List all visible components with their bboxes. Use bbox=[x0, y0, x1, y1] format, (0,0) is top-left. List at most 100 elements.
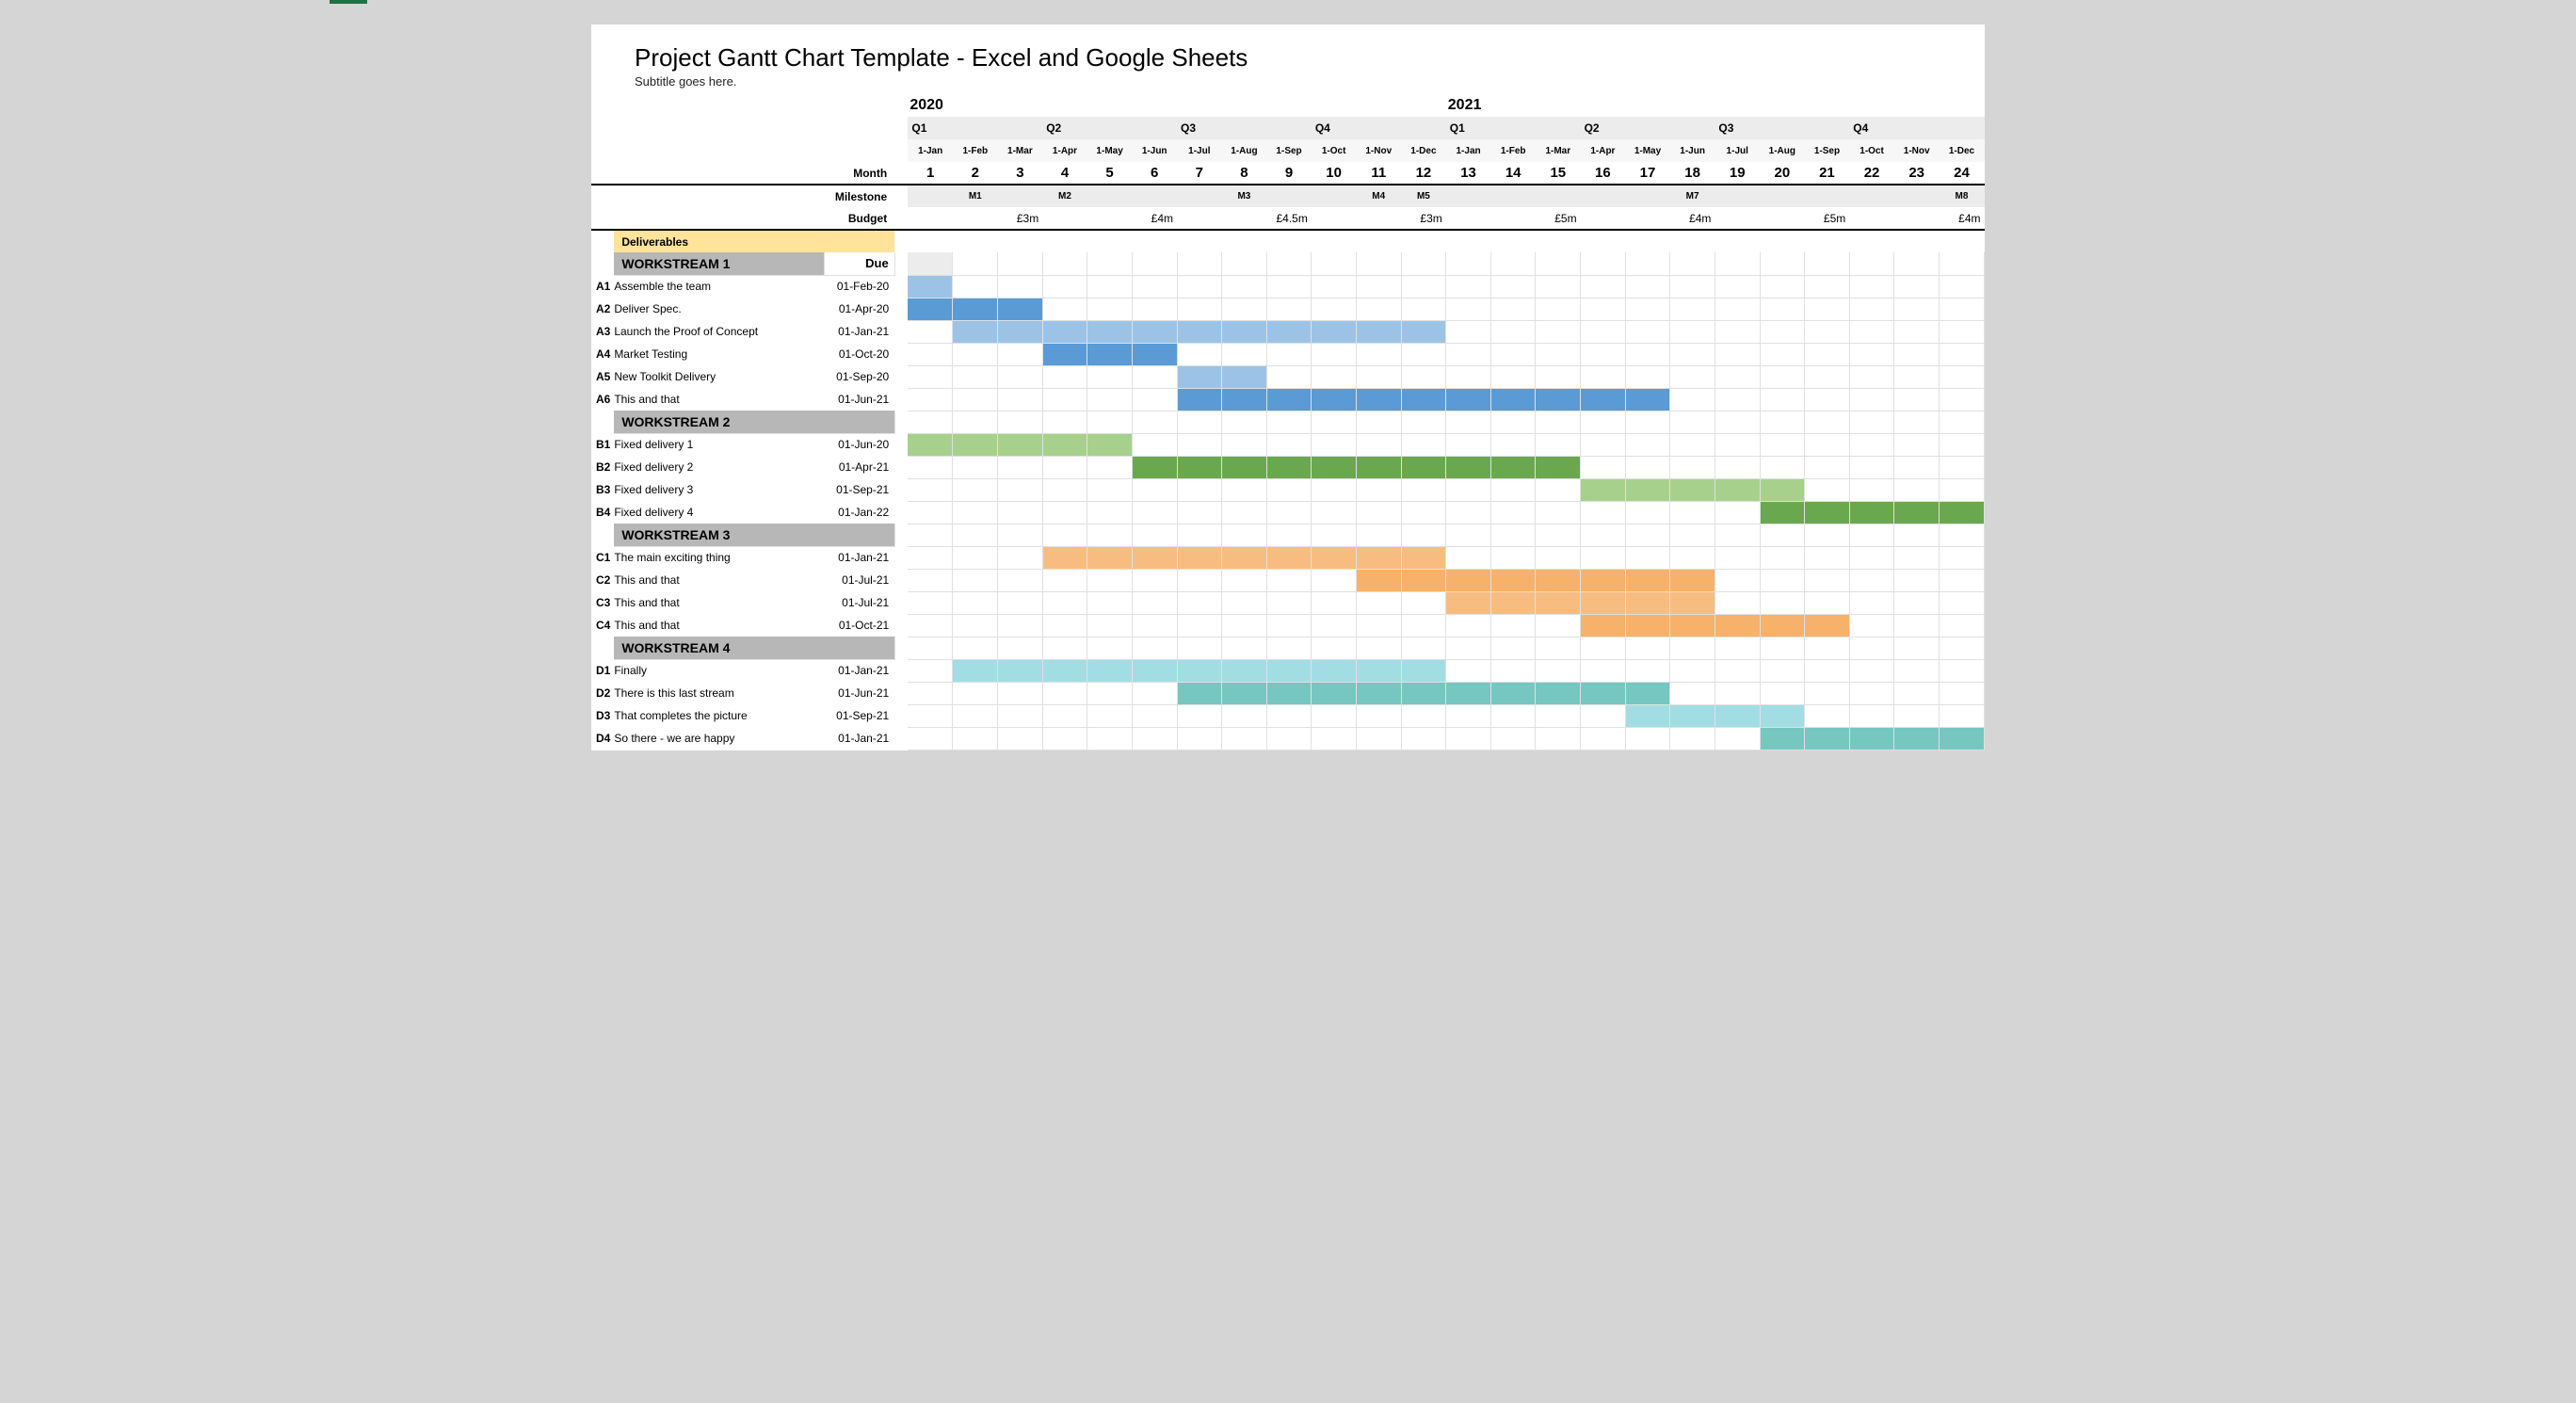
month-number[interactable]: 20 bbox=[1760, 162, 1805, 185]
gantt-bar bbox=[908, 275, 953, 298]
task-due: 01-Jul-21 bbox=[824, 569, 894, 591]
task-row-C3[interactable]: C3 This and that 01-Jul-21 bbox=[591, 591, 1985, 614]
task-row-C4[interactable]: C4 This and that 01-Oct-21 bbox=[591, 614, 1985, 637]
task-row-A6[interactable]: A6 This and that 01-Jun-21 bbox=[591, 388, 1985, 411]
month-number[interactable]: 22 bbox=[1849, 162, 1894, 185]
gantt-bar bbox=[1760, 727, 1805, 750]
task-row-D2[interactable]: D2 There is this last stream 01-Jun-21 bbox=[591, 682, 1985, 704]
workstream-2-header: WORKSTREAM 2 bbox=[591, 411, 1985, 433]
status-bar bbox=[591, 750, 1985, 764]
task-row-B1[interactable]: B1 Fixed delivery 1 01-Jun-20 bbox=[591, 433, 1985, 456]
quarter-cell: Q2 bbox=[1042, 117, 1177, 139]
due-header: Due bbox=[824, 252, 894, 275]
milestone-cell: M8 bbox=[1939, 185, 1984, 207]
month-number[interactable]: 11 bbox=[1356, 162, 1401, 185]
quarter-cell: Q2 bbox=[1581, 117, 1715, 139]
task-row-A1[interactable]: A1 Assemble the team 01-Feb-20 bbox=[591, 275, 1985, 298]
month-header: 1-Apr bbox=[1042, 139, 1087, 162]
month-number[interactable]: 12 bbox=[1401, 162, 1446, 185]
task-due: 01-Sep-21 bbox=[824, 478, 894, 501]
month-number[interactable]: 19 bbox=[1715, 162, 1760, 185]
gantt-bar bbox=[1177, 388, 1222, 411]
task-name: Assemble the team bbox=[614, 275, 824, 298]
quarter-cell: Q3 bbox=[1177, 117, 1312, 139]
month-number[interactable]: 16 bbox=[1581, 162, 1626, 185]
gantt-bar bbox=[1581, 614, 1626, 637]
task-row-B4[interactable]: B4 Fixed delivery 4 01-Jan-22 bbox=[591, 501, 1985, 524]
month-header: 1-Jun bbox=[1670, 139, 1715, 162]
month-number[interactable]: 5 bbox=[1087, 162, 1133, 185]
task-row-D1[interactable]: D1 Finally 01-Jan-21 bbox=[591, 659, 1985, 682]
gantt-bar bbox=[1042, 343, 1087, 365]
task-name: This and that bbox=[614, 569, 824, 591]
month-number-row: Month 1 2 3 4 5 6 7 8 9 10 11 12 13 14 1… bbox=[591, 162, 1985, 185]
page-subtitle: Subtitle goes here. bbox=[591, 73, 1985, 89]
month-number[interactable]: 13 bbox=[1446, 162, 1491, 185]
month-header: 1-Aug bbox=[1222, 139, 1267, 162]
month-number[interactable]: 15 bbox=[1536, 162, 1581, 185]
year-2020: 2020 bbox=[908, 94, 1445, 117]
month-header-row: 1-Jan 1-Feb 1-Mar 1-Apr 1-May 1-Jun 1-Ju… bbox=[591, 139, 1985, 162]
task-row-A5[interactable]: A5 New Toolkit Delivery 01-Sep-20 bbox=[591, 365, 1985, 388]
task-row-A4[interactable]: A4 Market Testing 01-Oct-20 bbox=[591, 343, 1985, 365]
month-number[interactable]: 6 bbox=[1132, 162, 1177, 185]
task-code: C1 bbox=[591, 546, 614, 569]
task-row-B3[interactable]: B3 Fixed delivery 3 01-Sep-21 bbox=[591, 478, 1985, 501]
workstream-3-header: WORKSTREAM 3 bbox=[591, 524, 1985, 546]
task-row-C1[interactable]: C1 The main exciting thing 01-Jan-21 bbox=[591, 546, 1985, 569]
month-number[interactable]: 8 bbox=[1222, 162, 1267, 185]
month-header: 1-May bbox=[1625, 139, 1670, 162]
deliverables-header: Deliverables bbox=[591, 230, 1985, 252]
month-header: 1-Nov bbox=[1894, 139, 1940, 162]
month-number[interactable]: 3 bbox=[998, 162, 1043, 185]
month-number[interactable]: 18 bbox=[1670, 162, 1715, 185]
task-code: A3 bbox=[591, 320, 614, 343]
task-name: That completes the picture bbox=[614, 704, 824, 727]
month-number[interactable]: 14 bbox=[1490, 162, 1536, 185]
month-header: 1-Oct bbox=[1312, 139, 1357, 162]
year-row: 2020 2021 bbox=[591, 94, 1985, 117]
workstream-label: WORKSTREAM 3 bbox=[614, 524, 894, 546]
budget-cell: £4m bbox=[1132, 207, 1177, 230]
month-number[interactable]: 17 bbox=[1625, 162, 1670, 185]
month-number[interactable]: 9 bbox=[1266, 162, 1312, 185]
month-number[interactable]: 1 bbox=[908, 162, 953, 185]
quarter-cell: Q1 bbox=[1446, 117, 1581, 139]
month-number[interactable]: 23 bbox=[1894, 162, 1940, 185]
budget-cell: £4m bbox=[1670, 207, 1715, 230]
task-due: 01-Jun-20 bbox=[824, 433, 894, 456]
task-row-C2[interactable]: C2 This and that 01-Jul-21 bbox=[591, 569, 1985, 591]
task-row-B2[interactable]: B2 Fixed delivery 2 01-Apr-21 bbox=[591, 456, 1985, 478]
month-number[interactable]: 24 bbox=[1939, 162, 1984, 185]
task-name: Finally bbox=[614, 659, 824, 682]
month-number[interactable]: 2 bbox=[953, 162, 998, 185]
task-due: 01-Jun-21 bbox=[824, 388, 894, 411]
task-name: This and that bbox=[614, 388, 824, 411]
quarter-cell: Q1 bbox=[908, 117, 1042, 139]
month-number[interactable]: 21 bbox=[1805, 162, 1850, 185]
gantt-bar bbox=[1760, 501, 1805, 524]
month-number[interactable]: 7 bbox=[1177, 162, 1222, 185]
task-code: B2 bbox=[591, 456, 614, 478]
task-due: 01-Jan-21 bbox=[824, 659, 894, 682]
budget-cell: £3m bbox=[998, 207, 1043, 230]
task-row-A2[interactable]: A2 Deliver Spec. 01-Apr-20 bbox=[591, 298, 1985, 320]
task-code: A2 bbox=[591, 298, 614, 320]
task-row-D3[interactable]: D3 That completes the picture 01-Sep-21 bbox=[591, 704, 1985, 727]
task-row-A3[interactable]: A3 Launch the Proof of Concept 01-Jan-21 bbox=[591, 320, 1985, 343]
budget-cell: £5m bbox=[1805, 207, 1850, 230]
task-row-D4[interactable]: D4 So there - we are happy 01-Jan-21 bbox=[591, 727, 1985, 750]
task-due: 01-Jan-21 bbox=[824, 546, 894, 569]
month-header: 1-Mar bbox=[1536, 139, 1581, 162]
gantt-table: 2020 2021 Q1 Q2 Q3 Q4 Q1 Q2 Q3 Q4 1-Jan … bbox=[591, 94, 1985, 750]
gantt-bar bbox=[1581, 478, 1626, 501]
gantt-bar bbox=[953, 320, 998, 343]
month-number[interactable]: 4 bbox=[1042, 162, 1087, 185]
task-name: New Toolkit Delivery bbox=[614, 365, 824, 388]
task-code: B1 bbox=[591, 433, 614, 456]
month-number[interactable]: 10 bbox=[1312, 162, 1357, 185]
task-due: 01-Jan-22 bbox=[824, 501, 894, 524]
task-due: 01-Oct-21 bbox=[824, 614, 894, 637]
task-name: This and that bbox=[614, 614, 824, 637]
task-name: Launch the Proof of Concept bbox=[614, 320, 824, 343]
